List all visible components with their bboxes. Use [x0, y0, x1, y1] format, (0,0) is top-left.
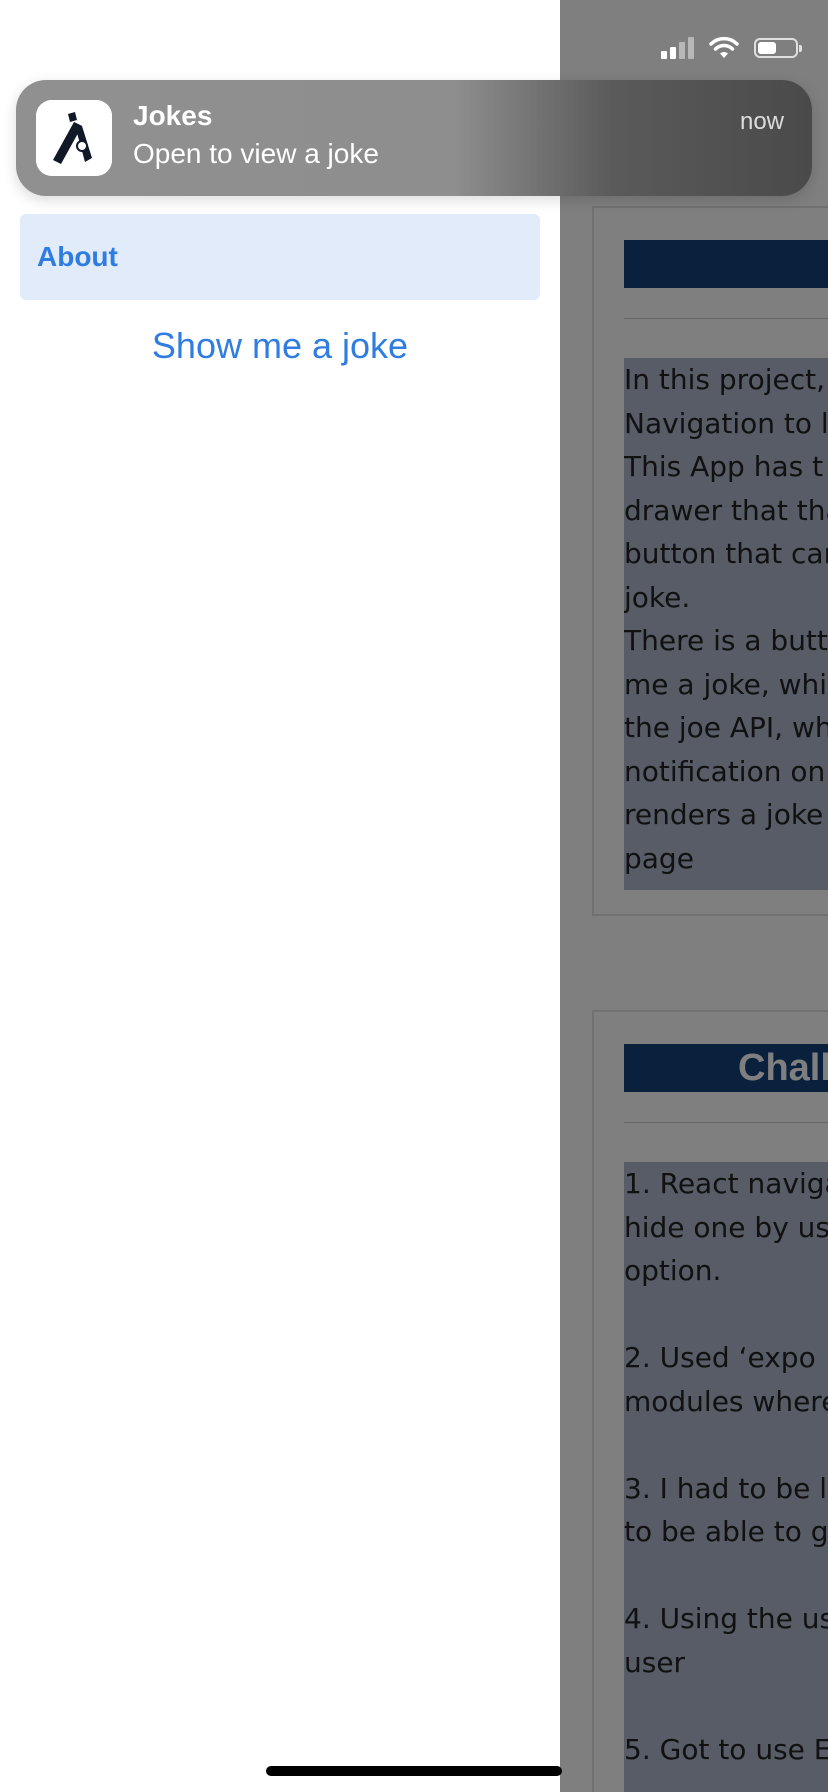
card-body-text: In this project, Navigation to l This Ap… [624, 358, 828, 890]
about-card: In this project, Navigation to l This Ap… [592, 206, 828, 916]
show-joke-button[interactable]: Show me a joke [0, 318, 560, 374]
navigation-drawer: About Show me a joke [0, 0, 560, 1792]
card-divider [624, 318, 828, 319]
status-bar-icons [661, 36, 802, 60]
notification-message: Open to view a joke [133, 138, 379, 169]
card-header: Challen [624, 1044, 828, 1092]
notification-app-name: Jokes [133, 100, 213, 131]
jokes-app-icon [36, 100, 112, 176]
push-notification[interactable]: Jokes Open to view a joke now [16, 80, 812, 196]
drawer-item-about[interactable]: About [20, 214, 540, 300]
battery-level [758, 42, 776, 54]
card-header [624, 240, 828, 288]
challenges-card: Challen 1. React naviga hide one by us o… [592, 1010, 828, 1792]
drawer-item-label: About [37, 241, 118, 272]
cellular-signal-icon [661, 37, 694, 59]
notification-time: now [739, 108, 784, 135]
home-indicator[interactable] [266, 1766, 562, 1776]
main-content: In this project, Navigation to l This Ap… [560, 0, 828, 1792]
screen: In this project, Navigation to l This Ap… [0, 0, 828, 1792]
battery-icon [754, 38, 802, 58]
wifi-icon [709, 36, 739, 58]
card-divider [624, 1122, 828, 1123]
card-body-text: 1. React naviga hide one by us option. 2… [624, 1162, 828, 1792]
